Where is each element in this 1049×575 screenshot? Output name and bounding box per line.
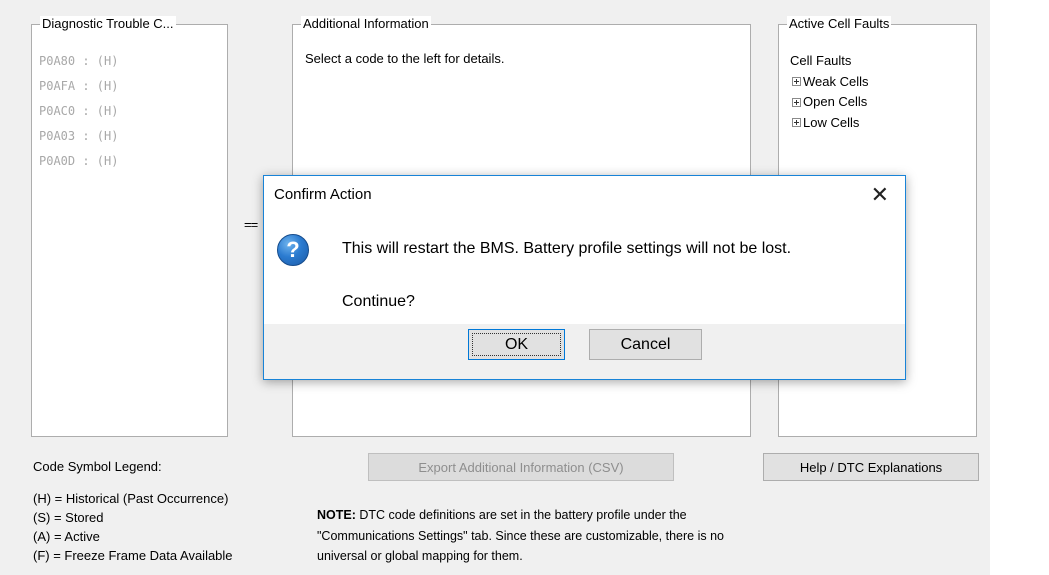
tree-node-label: Weak Cells — [803, 73, 869, 89]
note-line-1: DTC code definitions are set in the batt… — [355, 508, 687, 522]
ok-button[interactable]: OK — [468, 329, 565, 360]
tree-root-cell-faults[interactable]: Cell Faults — [790, 51, 869, 72]
dialog-title: Confirm Action — [274, 186, 372, 203]
export-csv-button[interactable]: Export Additional Information (CSV) — [368, 453, 674, 481]
note-line-3: universal or global mapping for them. — [317, 549, 523, 563]
dialog-body: ? This will restart the BMS. Battery pro… — [264, 216, 905, 324]
note-text: NOTE: DTC code definitions are set in th… — [317, 505, 724, 567]
note-line-2: "Communications Settings" tab. Since the… — [317, 528, 724, 543]
tree-node-open-cells[interactable]: Open Cells — [792, 92, 869, 113]
legend-item: (S) = Stored — [33, 510, 104, 525]
legend-item: (A) = Active — [33, 529, 100, 544]
dtc-code-item[interactable]: P0AFA : (H) — [39, 74, 118, 99]
question-icon: ? — [277, 234, 309, 266]
dialog-continue-prompt: Continue? — [342, 293, 415, 310]
cell-faults-tree: Cell Faults Weak Cells Open Cells Low Ce… — [790, 51, 869, 133]
dtc-panel-title: Diagnostic Trouble C... — [40, 16, 176, 32]
focus-ring — [472, 333, 561, 356]
legend-item: (F) = Freeze Frame Data Available — [33, 548, 233, 563]
tree-node-weak-cells[interactable]: Weak Cells — [792, 72, 869, 93]
dtc-code-list: P0A80 : (H) P0AFA : (H) P0AC0 : (H) P0A0… — [39, 49, 118, 174]
tree-node-low-cells[interactable]: Low Cells — [792, 113, 869, 134]
dialog-titlebar[interactable]: Confirm Action ✕ — [264, 176, 905, 216]
tree-node-label: Open Cells — [803, 94, 868, 109]
note-label: NOTE: — [317, 508, 356, 522]
cancel-button[interactable]: Cancel — [589, 329, 702, 360]
expand-icon[interactable] — [792, 118, 801, 128]
confirm-dialog: Confirm Action ✕ ? This will restart the… — [263, 175, 906, 380]
dtc-code-item[interactable]: P0AC0 : (H) — [39, 99, 118, 124]
dtc-code-item[interactable]: P0A0D : (H) — [39, 149, 118, 174]
dtc-code-item[interactable]: P0A80 : (H) — [39, 49, 118, 74]
legend-title: Code Symbol Legend: — [33, 459, 162, 474]
cell-faults-title: Active Cell Faults — [787, 16, 892, 32]
legend-list: (H) = Historical (Past Occurrence) (S) =… — [33, 489, 233, 565]
expand-icon[interactable] — [792, 97, 801, 107]
dtc-panel: Diagnostic Trouble C... P0A80 : (H) P0AF… — [31, 16, 228, 437]
additional-info-title: Additional Information — [301, 16, 431, 32]
close-icon[interactable]: ✕ — [871, 183, 889, 207]
legend-item: (H) = Historical (Past Occurrence) — [33, 491, 229, 506]
dtc-code-item[interactable]: P0A03 : (H) — [39, 124, 118, 149]
arrow-indicator: == — [244, 217, 258, 232]
help-dtc-button[interactable]: Help / DTC Explanations — [763, 453, 979, 481]
right-background — [990, 0, 1049, 575]
additional-info-text: Select a code to the left for details. — [305, 51, 505, 66]
dialog-message: This will restart the BMS. Battery profi… — [342, 240, 792, 257]
tree-node-label: Low Cells — [803, 114, 860, 130]
expand-icon[interactable] — [792, 77, 801, 87]
